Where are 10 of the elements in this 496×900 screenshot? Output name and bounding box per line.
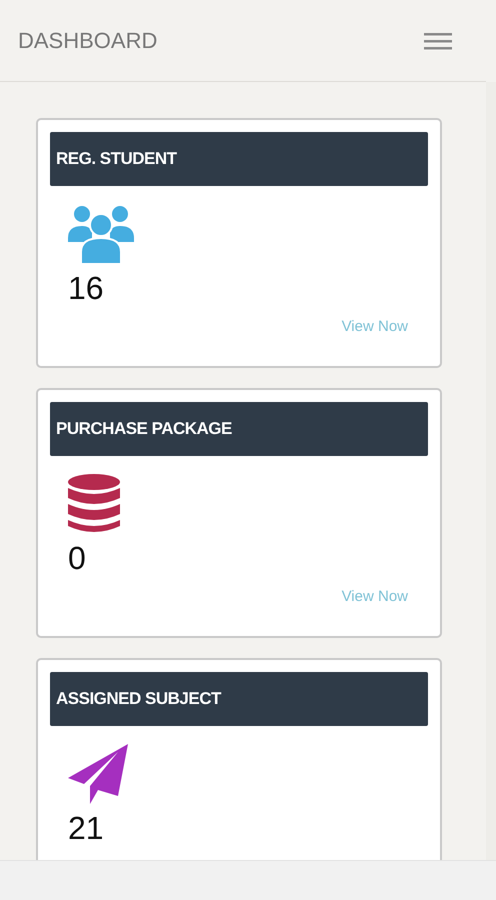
view-now-link[interactable]: View Now (342, 588, 408, 605)
card-header: ASSIGNED SUBJECT (50, 672, 428, 726)
card-header: PURCHASE PACKAGE (50, 402, 428, 456)
menu-icon[interactable] (424, 30, 452, 50)
view-now-link[interactable]: View Now (342, 318, 408, 335)
count-value: 21 (68, 810, 104, 846)
count-value: 0 (68, 540, 86, 576)
count-value: 16 (68, 270, 104, 306)
card-header: REG. STUDENT (50, 132, 428, 186)
page-title: DASHBOARD (18, 28, 158, 54)
